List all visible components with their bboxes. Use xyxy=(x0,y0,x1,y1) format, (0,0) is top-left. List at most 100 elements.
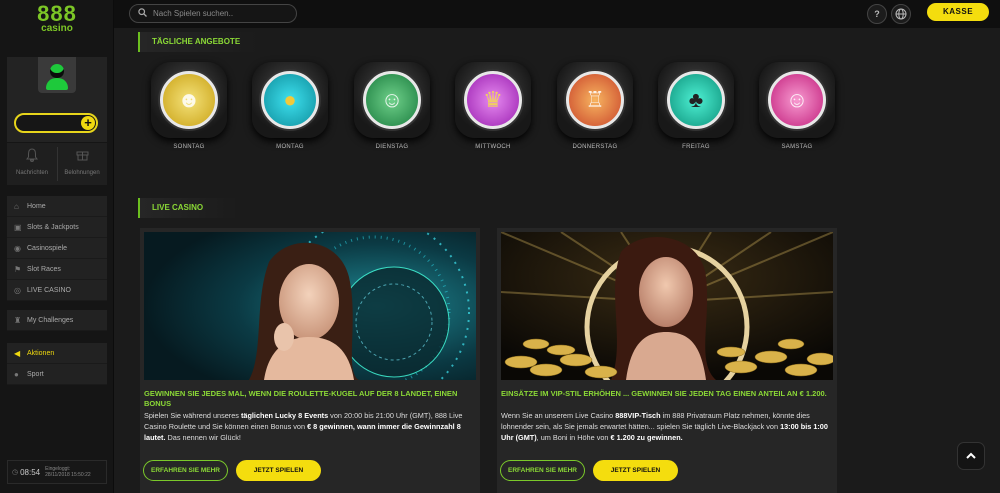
promo-card-lucky8: GEWINNEN SIE JEDES MAL, WENN DIE ROULETT… xyxy=(140,228,480,493)
deposit-plus-button[interactable]: + xyxy=(81,116,95,130)
play-now-button[interactable]: JETZT SPIELEN xyxy=(593,460,678,481)
sidebar-item-promotions[interactable]: ◀ Aktionen xyxy=(7,343,107,364)
day-frame: ♣ xyxy=(658,62,734,138)
promo-text-bold: täglichen Lucky 8 Events xyxy=(240,411,329,420)
login-time: 28/11/2018 15:50:22 xyxy=(45,472,91,478)
sidebar-item-label: Casinospiele xyxy=(27,244,68,252)
monday-image: ● xyxy=(261,71,319,129)
day-offer-monday[interactable]: ● MONTAG xyxy=(252,62,328,150)
sidebar-item-slot-races[interactable]: ⚑ Slot Races xyxy=(7,259,107,280)
scroll-to-top-button[interactable] xyxy=(957,442,985,470)
home-icon: ⌂ xyxy=(14,201,19,211)
day-offer-wednesday[interactable]: ♛ MITTWOCH xyxy=(455,62,531,150)
clock-time: 08:54 xyxy=(20,467,41,477)
safe-icon: ♣ xyxy=(688,87,704,112)
globe-icon xyxy=(895,8,907,20)
chevron-up-icon xyxy=(966,452,976,459)
sidebar-item-label: Aktionen xyxy=(27,349,55,357)
sunday-image: ☻ xyxy=(160,71,218,129)
day-frame: ♛ xyxy=(455,62,531,138)
clock-icon: ◷ xyxy=(12,469,19,476)
live-icon: ◎ xyxy=(14,285,21,295)
daily-offers-heading: TÄGLICHE ANGEBOTE xyxy=(138,32,258,52)
messages-label: Nachrichten xyxy=(15,170,48,176)
sidebar-item-casino-games[interactable]: ◉ Casinospiele xyxy=(7,238,107,259)
flag-icon: ⚑ xyxy=(14,264,22,274)
search-box[interactable] xyxy=(129,4,297,23)
sidebar-item-label: My Challenges xyxy=(27,316,74,324)
colosseum-icon: ♖ xyxy=(585,87,605,112)
sidebar-item-slots[interactable]: ▣ Slots & Jackpots xyxy=(7,217,107,238)
promo-title: GEWINNEN SIE JEDES MAL, WENN DIE ROULETT… xyxy=(144,389,458,408)
day-label: DONNERSTAG xyxy=(572,144,618,150)
thursday-image: ♖ xyxy=(566,71,624,129)
day-offer-thursday[interactable]: ♖ DONNERSTAG xyxy=(557,62,633,150)
messages-button[interactable]: Nachrichten xyxy=(7,148,57,176)
promo-text: Spielen Sie während unseres xyxy=(144,411,241,420)
login-info: Eingeloggt: 28/11/2018 15:50:22 xyxy=(45,466,91,478)
saturday-image: ☺ xyxy=(768,71,826,129)
avatar-body-icon xyxy=(46,78,68,90)
man-icon: ☻ xyxy=(177,87,201,112)
trophy-icon: ♛ xyxy=(483,87,503,112)
sidebar-item-sport[interactable]: ● Sport xyxy=(7,364,107,385)
day-label: SAMSTAG xyxy=(781,144,813,150)
rewards-label: Belohnungen xyxy=(64,170,100,176)
ball-icon: ● xyxy=(14,369,19,379)
day-offer-tuesday[interactable]: ☺ DIENSTAG xyxy=(354,62,430,150)
learn-more-button[interactable]: ERFAHREN SIE MEHR xyxy=(143,460,228,481)
session-clock: ◷ 08:54 Eingeloggt: 28/11/2018 15:50:22 xyxy=(7,460,107,484)
promo-nav: ◀ Aktionen ● Sport xyxy=(7,343,107,385)
challenges-nav: ♜ My Challenges xyxy=(7,310,107,331)
day-offer-friday[interactable]: ♣ FREITAG xyxy=(658,62,734,150)
promo-text-bold: € 1.200 zu gewinnen. xyxy=(610,433,683,442)
logo-number: 888 xyxy=(37,1,77,26)
search-input[interactable] xyxy=(153,9,283,18)
day-label: SONNTAG xyxy=(173,144,205,150)
tuesday-image: ☺ xyxy=(363,71,421,129)
day-frame: ● xyxy=(252,62,328,138)
live-casino-heading: LIVE CASINO xyxy=(138,198,238,218)
search-icon xyxy=(138,8,147,19)
day-label: MONTAG xyxy=(276,144,304,150)
avatar[interactable] xyxy=(38,57,76,93)
promo-text-bold: 888VIP-Tisch xyxy=(615,411,661,420)
sidebar-item-label: LIVE CASINO xyxy=(27,286,71,294)
roulette-dealer-image[interactable] xyxy=(144,232,476,380)
promo-text: Das nennen wir Glück! xyxy=(165,433,241,442)
help-button[interactable]: ? xyxy=(867,4,887,24)
rewards-button[interactable]: Belohnungen xyxy=(57,148,107,176)
sidebar-item-label: Slot Races xyxy=(27,265,61,273)
bell-icon xyxy=(7,148,57,166)
learn-more-button[interactable]: ERFAHREN SIE MEHR xyxy=(500,460,585,481)
notification-box: Nachrichten Belohnungen xyxy=(7,143,107,185)
chip-icon: ◉ xyxy=(14,243,21,253)
casino-logo[interactable]: 888 casino xyxy=(0,1,114,34)
coin-icon: ● xyxy=(283,87,297,112)
avatar-head-icon xyxy=(50,64,64,78)
woman-icon: ☺ xyxy=(380,87,404,112)
sidebar-item-live-casino[interactable]: ◎ LIVE CASINO xyxy=(7,280,107,301)
promo-text: , um Boni in Höhe von xyxy=(536,433,611,442)
day-frame: ☺ xyxy=(759,62,835,138)
day-frame: ☺ xyxy=(354,62,430,138)
promo-description: Wenn Sie an unserem Live Casino 888VIP-T… xyxy=(501,410,831,443)
cashier-button[interactable]: KASSE xyxy=(927,3,989,21)
main-nav: ⌂ Home ▣ Slots & Jackpots ◉ Casinospiele ⚑ S… xyxy=(7,196,107,301)
balance-field[interactable]: + xyxy=(14,113,98,133)
play-now-button[interactable]: JETZT SPIELEN xyxy=(236,460,321,481)
logo-word: casino xyxy=(41,23,73,34)
sidebar-item-label: Home xyxy=(27,202,46,210)
promo-card-vip: EINSÄTZE IM VIP-STIL ERHÖHEN ... GEWINNE… xyxy=(497,228,837,493)
sidebar-item-challenges[interactable]: ♜ My Challenges xyxy=(7,310,107,331)
trophy-icon: ♜ xyxy=(14,315,22,325)
day-offer-saturday[interactable]: ☺ SAMSTAG xyxy=(759,62,835,150)
megaphone-icon: ◀ xyxy=(14,348,21,358)
day-offer-sunday[interactable]: ☻ SONNTAG xyxy=(151,62,227,150)
vip-dealer-image[interactable] xyxy=(501,232,833,380)
globe-button[interactable] xyxy=(891,4,911,24)
day-frame: ♖ xyxy=(557,62,633,138)
top-bar: ? KASSE xyxy=(114,0,1000,28)
sidebar-item-home[interactable]: ⌂ Home xyxy=(7,196,107,217)
wednesday-image: ♛ xyxy=(464,71,522,129)
